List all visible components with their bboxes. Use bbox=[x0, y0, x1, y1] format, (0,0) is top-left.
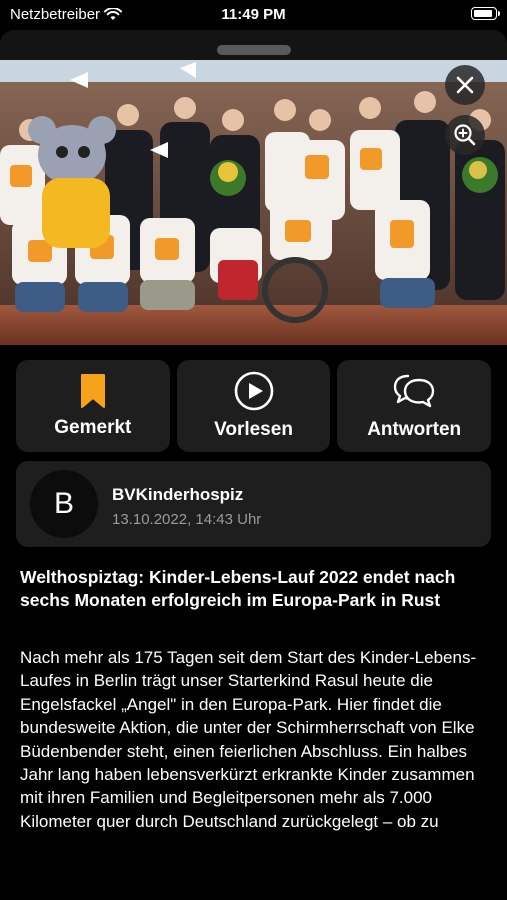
read-aloud-label: Vorlesen bbox=[214, 419, 293, 440]
zoom-button[interactable] bbox=[445, 115, 485, 155]
battery-icon bbox=[471, 7, 500, 20]
avatar: B bbox=[30, 470, 98, 538]
reply-label: Antworten bbox=[367, 419, 462, 440]
zoom-in-icon bbox=[454, 124, 476, 146]
reply-button[interactable]: Antworten bbox=[337, 360, 492, 452]
bookmark-icon bbox=[80, 374, 105, 408]
status-time: 11:49 PM bbox=[221, 6, 286, 23]
author-name: BVKinderhospiz bbox=[112, 485, 244, 504]
close-button[interactable] bbox=[445, 65, 485, 105]
reply-bubble-icon bbox=[393, 374, 435, 408]
post-date: 13.10.2022, 14:43 Uhr bbox=[112, 511, 262, 528]
bookmark-label: Gemerkt bbox=[54, 417, 132, 438]
article-photo[interactable] bbox=[0, 60, 507, 345]
read-aloud-button[interactable]: Vorlesen bbox=[176, 360, 331, 452]
bookmark-button[interactable]: Gemerkt bbox=[16, 360, 170, 452]
article-headline: Welthospiztag: Kinder-Lebens-Lauf 2022 e… bbox=[20, 567, 456, 610]
article-body: Nach mehr als 175 Tagen seit dem Start d… bbox=[20, 648, 477, 831]
status-bar: Netzbetreiber 11:49 PM bbox=[0, 0, 507, 30]
group-photo-image bbox=[0, 60, 507, 345]
play-circle-icon bbox=[234, 371, 273, 411]
action-bar: Gemerkt Vorlesen Antworten bbox=[16, 360, 492, 452]
sheet-grabber[interactable] bbox=[217, 45, 291, 55]
close-icon bbox=[456, 76, 474, 94]
author-card[interactable]: B BVKinderhospiz 13.10.2022, 14:43 Uhr bbox=[16, 461, 491, 547]
